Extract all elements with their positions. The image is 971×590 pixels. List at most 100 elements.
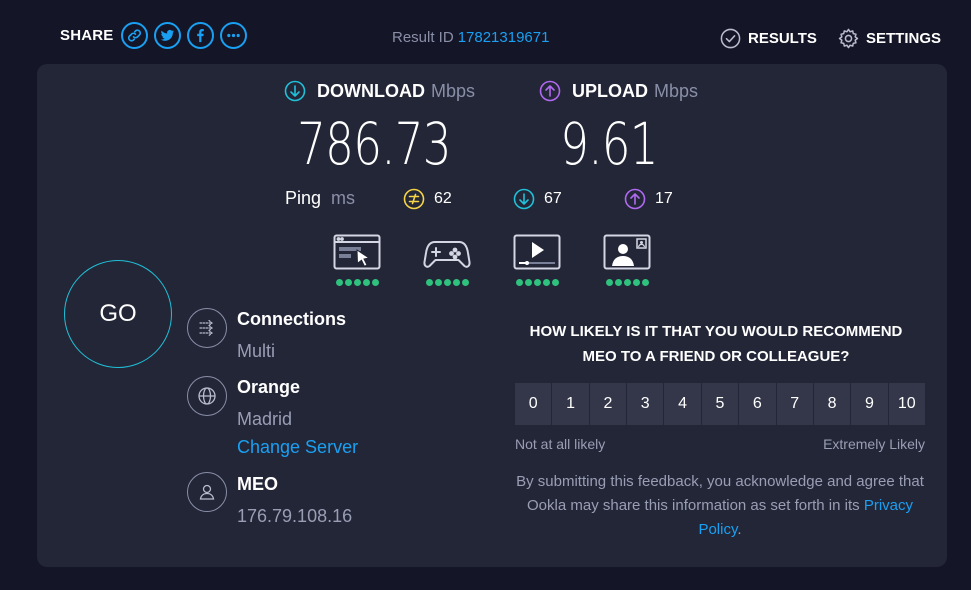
rating-dot bbox=[371, 279, 379, 286]
gaming-icon bbox=[423, 241, 471, 268]
scale-option-2[interactable]: 2 bbox=[589, 383, 627, 425]
idle-latency-icon bbox=[403, 188, 425, 210]
provider-name: MEO bbox=[237, 474, 279, 494]
rating-dot bbox=[434, 279, 442, 286]
download-arrow-icon bbox=[284, 80, 306, 102]
more-icon[interactable] bbox=[219, 22, 247, 49]
facebook-icon[interactable] bbox=[186, 22, 214, 49]
rating-dot bbox=[443, 279, 451, 286]
rating-scale: 0 1 2 3 4 5 6 7 8 9 10 bbox=[515, 383, 925, 425]
rating-dot bbox=[551, 279, 559, 286]
scale-high-label: Extremely Likely bbox=[823, 436, 925, 452]
twitter-icon[interactable] bbox=[153, 22, 181, 49]
result-id-label: Result ID bbox=[392, 29, 454, 46]
change-server-link[interactable]: Change Server bbox=[237, 437, 358, 458]
rating-dots bbox=[512, 279, 562, 286]
rating-dot bbox=[641, 279, 649, 286]
rating-dot bbox=[524, 279, 532, 286]
result-id: Result ID 17821319671 bbox=[392, 29, 549, 46]
use-case-video-chat[interactable] bbox=[602, 234, 652, 286]
survey-question: HOW LIKELY IS IT THAT YOU WOULD RECOMMEN… bbox=[529, 323, 903, 365]
disclaimer-period: . bbox=[737, 521, 742, 538]
feedback-disclaimer: By submitting this feedback, you acknowl… bbox=[515, 470, 925, 542]
rating-dot bbox=[425, 279, 433, 286]
rating-dot bbox=[533, 279, 541, 286]
download-metric: DOWNLOAD Mbps 786.73 bbox=[284, 80, 504, 176]
rating-dot bbox=[542, 279, 550, 286]
scale-low-label: Not at all likely bbox=[515, 436, 606, 452]
use-case-video-streaming[interactable] bbox=[512, 234, 562, 286]
download-unit: Mbps bbox=[430, 80, 475, 101]
web-browsing-icon bbox=[333, 234, 381, 270]
use-case-web-browsing[interactable] bbox=[332, 234, 382, 286]
download-latency-icon bbox=[513, 188, 535, 210]
rating-dot bbox=[335, 279, 343, 286]
server-location: Madrid bbox=[237, 409, 293, 429]
disclaimer-text: By submitting this feedback, you acknowl… bbox=[516, 473, 924, 514]
go-button[interactable]: GO bbox=[64, 260, 172, 368]
rating-dot bbox=[632, 279, 640, 286]
top-bar: SHARE Result ID 17821319671 RESULTS SETTI… bbox=[0, 0, 971, 64]
ping-row: Ping ms bbox=[285, 188, 355, 209]
scale-option-5[interactable]: 5 bbox=[701, 383, 739, 425]
scale-option-6[interactable]: 6 bbox=[739, 383, 776, 425]
server-name: Orange bbox=[237, 377, 301, 397]
rating-dot bbox=[605, 279, 613, 286]
connections-title: Connections bbox=[237, 309, 347, 329]
rating-dot bbox=[362, 279, 370, 286]
provider-ip: 176.79.108.16 bbox=[237, 506, 353, 526]
ping-unit: ms bbox=[331, 188, 356, 208]
ping-upload[interactable]: 17 bbox=[624, 188, 673, 210]
scale-option-1[interactable]: 1 bbox=[552, 383, 589, 425]
user-icon bbox=[187, 472, 227, 512]
scale-option-0[interactable]: 0 bbox=[515, 383, 552, 425]
scale-option-10[interactable]: 10 bbox=[888, 383, 925, 425]
settings-label: SETTINGS bbox=[866, 30, 942, 47]
use-case-gaming[interactable] bbox=[422, 234, 472, 286]
upload-metric: UPLOAD Mbps 9.61 bbox=[539, 80, 739, 176]
ping-idle[interactable]: 62 bbox=[403, 188, 452, 210]
scale-option-8[interactable]: 8 bbox=[813, 383, 851, 425]
rating-dot bbox=[461, 279, 469, 286]
upload-latency-icon bbox=[624, 188, 646, 210]
results-link[interactable]: RESULTS bbox=[720, 28, 817, 49]
ping-upload-value: 17 bbox=[655, 190, 673, 207]
video-streaming-icon bbox=[513, 234, 561, 270]
rating-dot bbox=[623, 279, 631, 286]
ping-download[interactable]: 67 bbox=[513, 188, 562, 210]
rating-dot bbox=[353, 279, 361, 286]
connections-icon bbox=[187, 308, 227, 348]
link-icon[interactable] bbox=[120, 22, 148, 49]
share-group: SHARE bbox=[60, 22, 253, 49]
ping-label: Ping bbox=[285, 188, 322, 208]
rating-dot bbox=[344, 279, 352, 286]
result-id-link[interactable]: 17821319671 bbox=[458, 29, 550, 46]
scale-option-7[interactable]: 7 bbox=[776, 383, 813, 425]
upload-value: 9.61 bbox=[560, 110, 658, 178]
rating-dots bbox=[332, 279, 382, 286]
scale-option-9[interactable]: 9 bbox=[851, 383, 888, 425]
upload-arrow-icon bbox=[539, 80, 561, 102]
gear-icon bbox=[838, 28, 859, 49]
scale-option-4[interactable]: 4 bbox=[664, 383, 701, 425]
rating-dot bbox=[452, 279, 460, 286]
rating-dot bbox=[515, 279, 523, 286]
video-chat-icon bbox=[603, 234, 651, 270]
upload-label: UPLOAD bbox=[572, 80, 648, 101]
globe-icon bbox=[187, 376, 227, 416]
settings-link[interactable]: SETTINGS bbox=[838, 28, 941, 49]
check-circle-icon bbox=[720, 28, 741, 49]
upload-unit: Mbps bbox=[654, 80, 699, 101]
results-label: RESULTS bbox=[748, 30, 817, 47]
results-panel: DOWNLOAD Mbps 786.73 UPLOAD Mbps 9.61 Pi… bbox=[37, 64, 947, 567]
share-label: SHARE bbox=[60, 27, 114, 44]
download-label: DOWNLOAD bbox=[317, 80, 425, 101]
ping-download-value: 67 bbox=[544, 190, 562, 207]
rating-dots bbox=[422, 279, 472, 286]
download-value: 786.73 bbox=[297, 110, 451, 178]
rating-dot bbox=[614, 279, 622, 286]
rating-dots bbox=[602, 279, 652, 286]
scale-option-3[interactable]: 3 bbox=[627, 383, 664, 425]
ping-idle-value: 62 bbox=[434, 190, 452, 207]
connections-value: Multi bbox=[237, 341, 276, 361]
